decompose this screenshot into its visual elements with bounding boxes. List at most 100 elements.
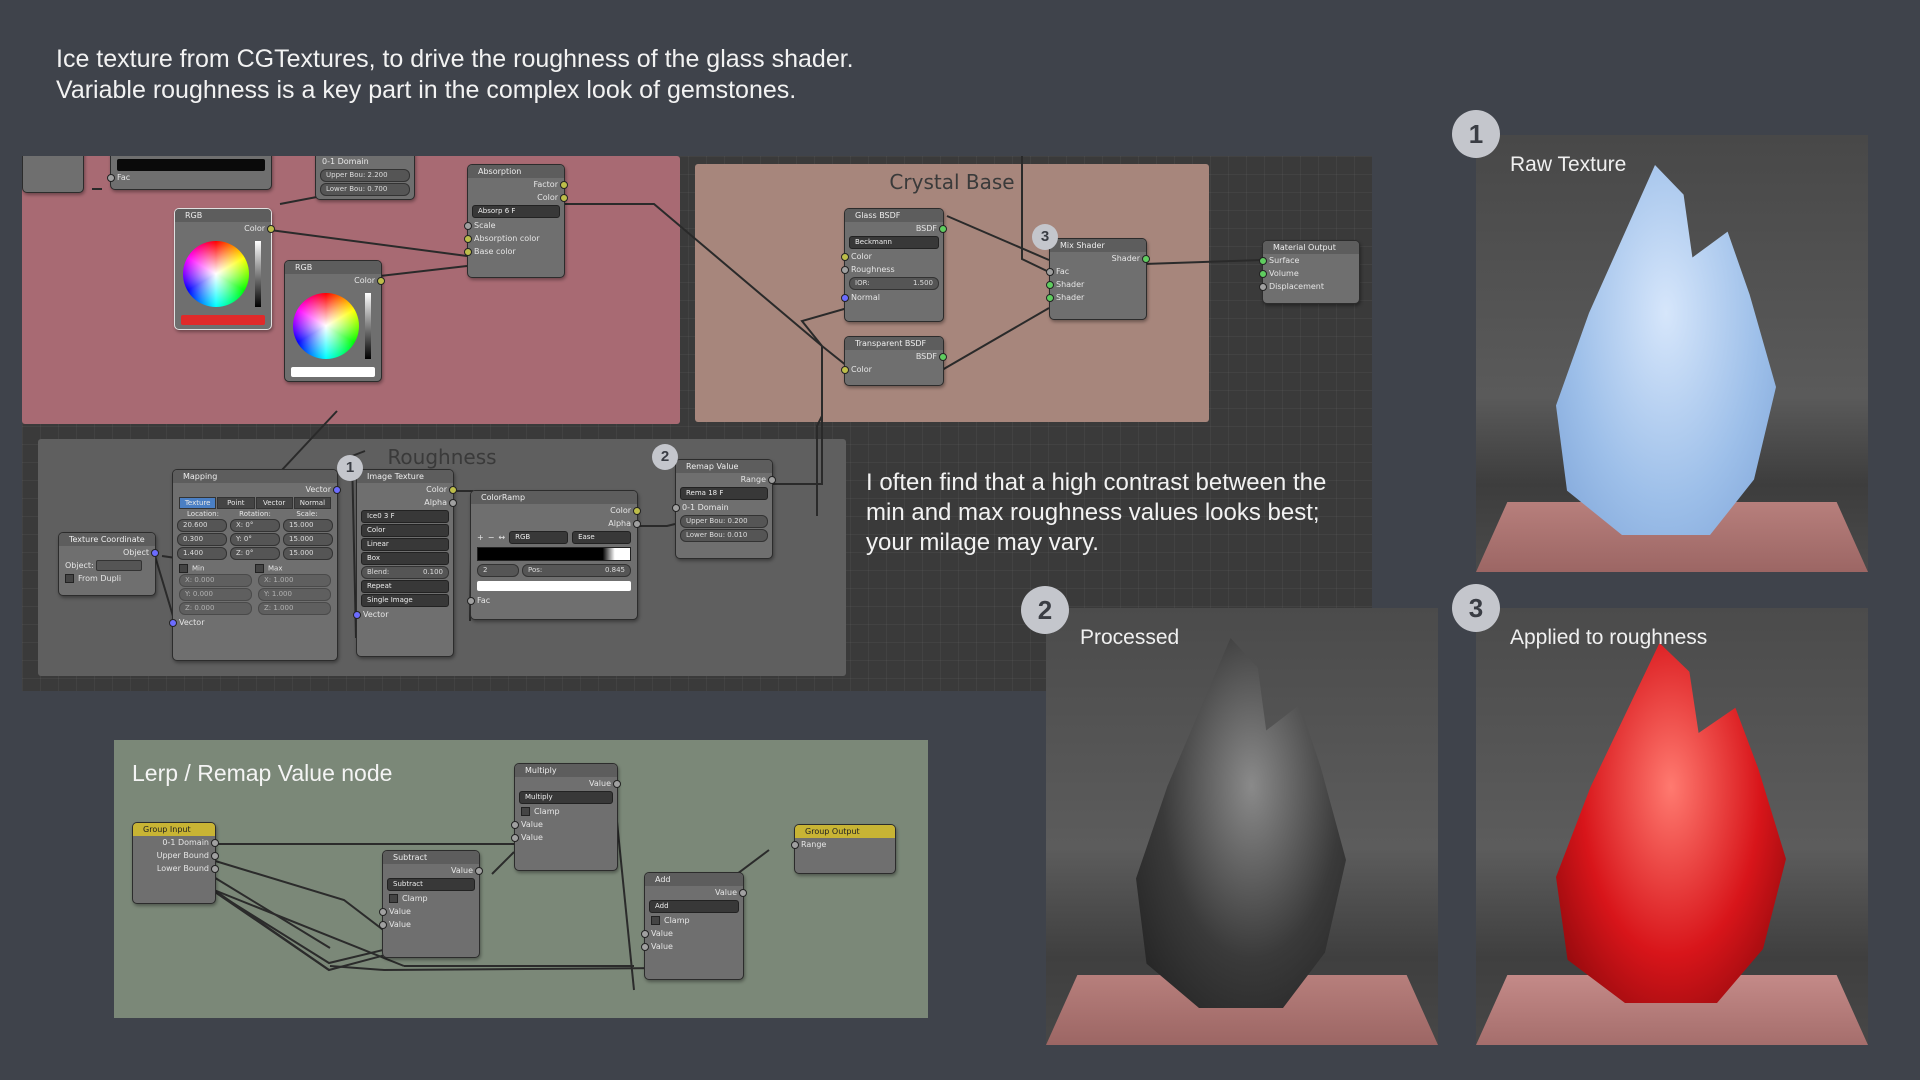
subtract-clamp-checkbox[interactable]: Clamp: [383, 892, 479, 905]
projection-dropdown[interactable]: Box: [361, 552, 449, 565]
rotation-y[interactable]: Y: 0°: [230, 533, 280, 546]
ramp-index-field[interactable]: 2: [477, 564, 519, 577]
remap-lower-field[interactable]: Lower Bou: 0.010: [680, 529, 768, 542]
interpolation-dropdown[interactable]: Linear: [361, 538, 449, 551]
socket-volume: Volume: [1259, 267, 1359, 280]
mapping-transform-headers: Location: Rotation: Scale:: [187, 510, 318, 518]
ramp-flip-button[interactable]: ↔: [498, 533, 505, 542]
socket-rgb2-color: Color: [285, 274, 385, 287]
rotation-z[interactable]: Z: 0°: [230, 547, 280, 560]
location-y[interactable]: 0.300: [177, 533, 227, 546]
tab-point[interactable]: Point: [217, 497, 255, 509]
location-z[interactable]: 1.400: [177, 547, 227, 560]
socket-glass-roughness: Roughness: [841, 263, 943, 276]
group-input-node[interactable]: Group Input 0-1 Domain Upper Bound Lower…: [132, 822, 219, 904]
image-selector[interactable]: Ice0 3 F: [361, 510, 449, 523]
rgb-node-1[interactable]: RGB Color: [174, 208, 275, 330]
add-clamp-checkbox[interactable]: Clamp: [645, 914, 743, 927]
socket-sub-value-1: Value: [379, 905, 479, 918]
texcoord-title: Texture Coordinate: [59, 533, 155, 546]
transparent-bsdf-node[interactable]: Transparent BSDF BSDF Color: [841, 336, 947, 386]
rgb-node-2[interactable]: RGB Color: [284, 260, 385, 382]
rotation-x[interactable]: X: 0°: [230, 519, 280, 532]
min-z[interactable]: Z: 0.000: [179, 602, 252, 615]
min-y[interactable]: Y: 0.000: [179, 588, 252, 601]
scale-y[interactable]: 15.000: [283, 533, 333, 546]
colorramp-node[interactable]: ColorRamp Color Alpha + − ↔ RGB Ease 2 P…: [467, 490, 641, 620]
color-wheel-1[interactable]: [183, 241, 249, 307]
source-dropdown[interactable]: Single Image: [361, 594, 449, 607]
tab-texture[interactable]: Texture: [179, 497, 217, 509]
lerp-title: Lerp / Remap Value node: [132, 760, 393, 786]
tab-vector[interactable]: Vector: [255, 497, 293, 509]
socket-ramp-color: Color: [471, 504, 641, 517]
remap-value-node[interactable]: Remap Value Range Rema 18 F 0-1 Domain U…: [672, 459, 776, 559]
ramp-gradient[interactable]: [477, 547, 631, 561]
min-checkbox[interactable]: Min: [179, 564, 255, 573]
color-wheel-2[interactable]: [293, 293, 359, 359]
max-z[interactable]: Z: 1.000: [258, 602, 331, 615]
multiply-node[interactable]: Multiply Value Multiply Clamp Value Valu…: [511, 763, 621, 871]
ramp-mode-dropdown[interactable]: RGB: [509, 531, 569, 544]
material-output-title: Material Output: [1263, 241, 1359, 254]
glass-bsdf-node[interactable]: Glass BSDF BSDF Beckmann Color Roughness…: [841, 208, 947, 322]
ramp-add-button[interactable]: +: [477, 533, 484, 542]
multiply-operation-dropdown[interactable]: Multiply: [519, 791, 613, 804]
add-operation-dropdown[interactable]: Add: [649, 900, 739, 913]
socket-mapping-vector-in: Vector: [169, 616, 337, 629]
socket-sub-value-out: Value: [383, 864, 483, 877]
ramp-pos-field[interactable]: Pos: 0.845: [522, 564, 631, 577]
add-title: Add: [645, 873, 743, 886]
value-slider-2[interactable]: [365, 293, 371, 359]
mapping-transform-fields: 20.600 0.300 1.400 X: 0° Y: 0° Z: 0° 15.000 1…: [173, 518, 337, 561]
mapping-node[interactable]: Mapping Vector Texture Point Vector Norm…: [169, 469, 341, 661]
extension-dropdown[interactable]: Repeat: [361, 580, 449, 593]
partial-node-fac[interactable]: Fac: [107, 156, 272, 190]
min-x[interactable]: X: 0.000: [179, 574, 252, 587]
ior-field[interactable]: IOR: 1.500: [849, 277, 939, 290]
absorption-group-field[interactable]: Absorp 6 F: [472, 205, 560, 218]
subtract-node[interactable]: Subtract Value Subtract Clamp Value Valu…: [379, 850, 483, 958]
ramp-remove-button[interactable]: −: [488, 533, 495, 542]
distribution-dropdown[interactable]: Beckmann: [849, 236, 939, 249]
value-slider-1[interactable]: [255, 241, 261, 307]
remap-upper-field[interactable]: Upper Bou: 0.200: [680, 515, 768, 528]
upper-bound-field[interactable]: Upper Bou: 2.200: [320, 169, 410, 182]
object-field[interactable]: Object:: [59, 559, 155, 572]
color-swatch-red: [181, 315, 265, 325]
location-x[interactable]: 20.600: [177, 519, 227, 532]
max-y[interactable]: Y: 1.000: [258, 588, 331, 601]
socket-texcoord-object: Object: [59, 546, 159, 559]
socket-transparent-color: Color: [841, 363, 943, 376]
lower-bound-field[interactable]: Lower Bou: 0.700: [320, 183, 410, 196]
group-output-node[interactable]: Group Output Range: [791, 824, 896, 874]
tab-normal[interactable]: Normal: [293, 497, 331, 509]
material-output-node[interactable]: Material Output Surface Volume Displacem…: [1259, 240, 1360, 304]
socket-mix-shader-2: Shader: [1046, 291, 1146, 304]
group-input-title: Group Input: [133, 823, 215, 836]
max-checkbox[interactable]: Max: [255, 564, 331, 573]
scale-x[interactable]: 15.000: [283, 519, 333, 532]
image-texture-node[interactable]: Image Texture Color Alpha Ice0 3 F Color…: [353, 469, 457, 657]
blend-field[interactable]: Blend: 0.100: [361, 566, 449, 579]
scale-z[interactable]: 15.000: [283, 547, 333, 560]
add-node[interactable]: Add Value Add Clamp Value Value: [641, 872, 747, 980]
image-texture-title: Image Texture: [357, 470, 453, 483]
partial-node-top-left[interactable]: [22, 156, 84, 193]
color-space-dropdown[interactable]: Color: [361, 524, 449, 537]
ramp-color-swatch[interactable]: [477, 581, 631, 591]
multiply-clamp-checkbox[interactable]: Clamp: [515, 805, 617, 818]
absorption-node[interactable]: Absorption Factor Color Absorp 6 F Scale…: [464, 164, 568, 278]
lerp-node-group[interactable]: Lerp / Remap Value node Group Input 0-1 …: [114, 740, 928, 1018]
from-dupli-checkbox[interactable]: From Dupli: [59, 572, 155, 585]
mix-shader-node[interactable]: Mix Shader Shader Fac Shader Shader: [1046, 238, 1150, 320]
socket-fac: Fac: [107, 171, 271, 184]
socket-mapping-vector-out: Vector: [173, 483, 341, 496]
max-x[interactable]: X: 1.000: [258, 574, 331, 587]
mapping-title: Mapping: [173, 470, 337, 483]
domain-node-top[interactable]: 0-1 Domain Upper Bou: 2.200 Lower Bou: 0.…: [315, 156, 415, 200]
texture-coordinate-node[interactable]: Texture Coordinate Object Object: From D…: [58, 532, 159, 596]
remap-group-field[interactable]: Rema 18 F: [680, 487, 768, 500]
subtract-operation-dropdown[interactable]: Subtract: [387, 878, 475, 891]
ramp-interp-dropdown[interactable]: Ease: [572, 531, 632, 544]
